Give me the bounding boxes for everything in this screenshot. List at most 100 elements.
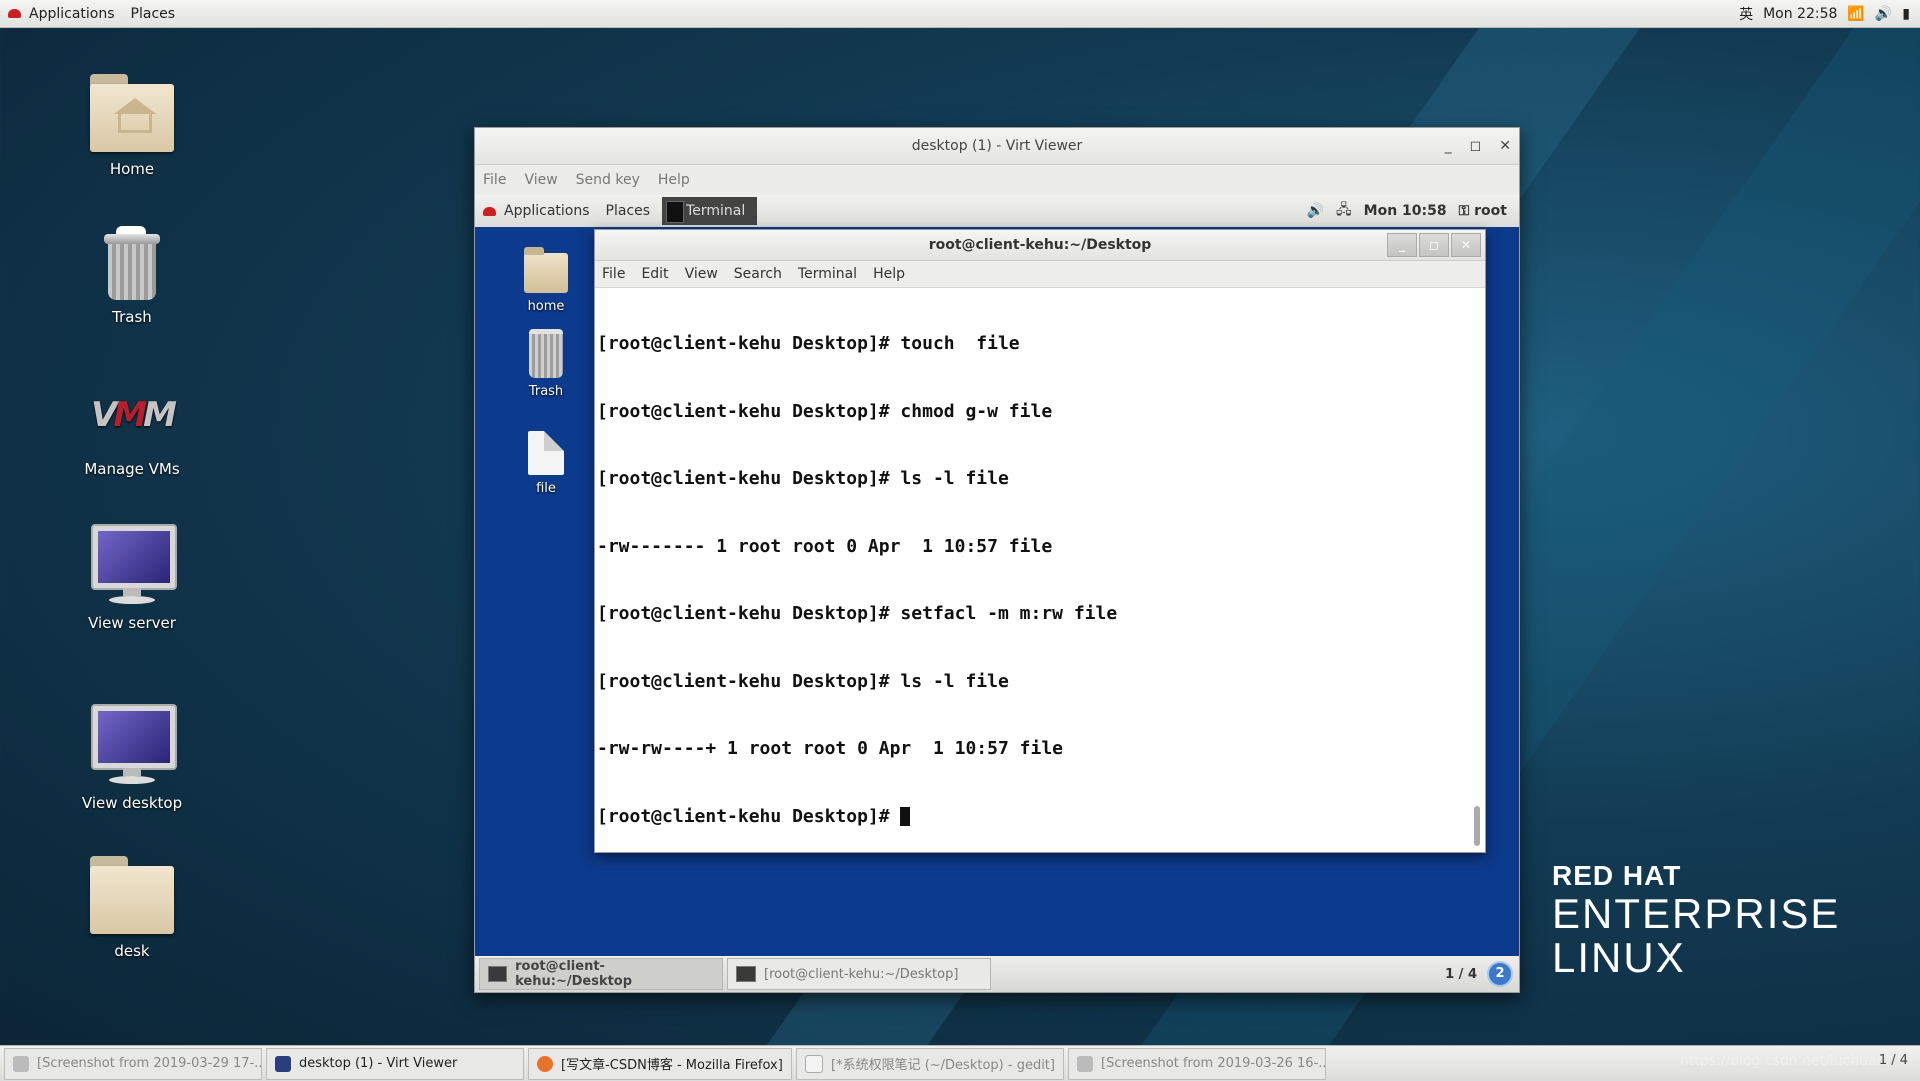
file-icon bbox=[528, 431, 564, 475]
task-label: [Screenshot from 2019-03-26 16-... bbox=[1101, 1056, 1326, 1071]
guest-user-menu[interactable]: ⚿ root bbox=[1459, 203, 1507, 219]
wifi-icon[interactable]: 📶 bbox=[1847, 6, 1864, 22]
terminal-label: Terminal bbox=[686, 203, 746, 219]
menu-terminal[interactable]: Terminal bbox=[798, 266, 857, 282]
desktop-icon-view-desktop[interactable]: View desktop bbox=[62, 704, 202, 812]
guest-icon-file[interactable]: file bbox=[511, 431, 581, 496]
terminal-cursor bbox=[900, 807, 911, 826]
guest-clock[interactable]: Mon 10:58 bbox=[1364, 203, 1447, 219]
close-icon[interactable]: ✕ bbox=[1451, 233, 1481, 257]
workspace-pager[interactable]: 1 / 4 bbox=[1879, 1053, 1908, 1068]
task-virt-viewer[interactable]: desktop (1) - Virt Viewer bbox=[266, 1047, 524, 1080]
task-label: [写文章-CSDN博客 - Mozilla Firefox] bbox=[561, 1058, 783, 1073]
menu-view[interactable]: View bbox=[685, 266, 718, 282]
logo-line: ENTERPRISE bbox=[1552, 890, 1841, 937]
terminal-scrollbar[interactable] bbox=[1474, 290, 1482, 846]
battery-icon[interactable]: ▮ bbox=[1902, 6, 1910, 22]
menu-send-key[interactable]: Send key bbox=[576, 172, 640, 188]
menu-file[interactable]: File bbox=[483, 172, 506, 188]
guest-applications-label: Applications bbox=[504, 203, 590, 219]
host-taskbar: [Screenshot from 2019-03-29 17-... deskt… bbox=[0, 1045, 1920, 1081]
menu-help[interactable]: Help bbox=[873, 266, 905, 282]
trash-icon bbox=[104, 226, 160, 300]
logo-line: LINUX bbox=[1552, 934, 1686, 981]
places-menu[interactable]: Places bbox=[123, 6, 184, 22]
desktop-icon-label: View server bbox=[88, 614, 176, 632]
desktop-icon-label: Trash bbox=[112, 308, 152, 326]
clock[interactable]: Mon 22:58 bbox=[1763, 6, 1837, 22]
guest-pager-label: 1 / 4 bbox=[1445, 966, 1477, 982]
guest-icon-label: Trash bbox=[528, 384, 564, 399]
task-screenshot-2[interactable]: [Screenshot from 2019-03-26 16-... bbox=[1068, 1047, 1326, 1080]
monitor-icon bbox=[91, 524, 177, 606]
task-label: [Screenshot from 2019-03-29 17-... bbox=[37, 1056, 262, 1071]
task-label: desktop (1) - Virt Viewer bbox=[299, 1056, 458, 1071]
applications-label: Applications bbox=[29, 5, 115, 22]
virt-viewer-window[interactable]: desktop (1) - Virt Viewer _ ◻ ✕ File Vie… bbox=[474, 127, 1520, 993]
guest-icon-home[interactable]: home bbox=[511, 247, 581, 314]
virt-manager-icon: VMM bbox=[90, 395, 177, 435]
menu-view[interactable]: View bbox=[524, 172, 557, 188]
redhat-icon bbox=[8, 9, 21, 18]
maximize-icon[interactable]: ◻ bbox=[1419, 233, 1449, 257]
desktop-icon-label: View desktop bbox=[81, 794, 183, 812]
notification-badge[interactable]: 2 bbox=[1487, 961, 1513, 987]
guest-display[interactable]: Applications Places Terminal 🔊 🖧 Mon 10:… bbox=[475, 195, 1519, 992]
applications-menu[interactable]: Applications bbox=[0, 6, 123, 22]
input-method-indicator[interactable]: 英 bbox=[1739, 4, 1753, 24]
terminal-prompt-line: [root@client-kehu Desktop]# bbox=[597, 805, 901, 827]
guest-task-label: [root@client-kehu:~/Desktop] bbox=[764, 966, 959, 982]
task-screenshot-1[interactable]: [Screenshot from 2019-03-29 17-... bbox=[4, 1047, 262, 1080]
desktop-icon-label: desk bbox=[114, 942, 150, 960]
task-gedit[interactable]: [*系统权限笔记 (~/Desktop) - gedit] bbox=[796, 1047, 1064, 1080]
terminal-icon bbox=[488, 966, 508, 982]
menu-edit[interactable]: Edit bbox=[641, 266, 668, 282]
guest-applications-menu[interactable]: Applications bbox=[475, 203, 598, 219]
guest-task-terminal[interactable]: root@client-kehu:~/Desktop bbox=[479, 958, 723, 990]
terminal-title: root@client-kehu:~/Desktop bbox=[928, 237, 1152, 253]
guest-terminal-launcher[interactable]: Terminal bbox=[662, 197, 758, 225]
terminal-line: [root@client-kehu Desktop]# chmod g-w fi… bbox=[597, 400, 1053, 422]
terminal-window[interactable]: root@client-kehu:~/Desktop _ ◻ ✕ File Ed… bbox=[594, 229, 1486, 853]
home-folder-icon bbox=[90, 74, 174, 152]
guest-places-label: Places bbox=[605, 203, 651, 219]
window-titlebar[interactable]: desktop (1) - Virt Viewer _ ◻ ✕ bbox=[475, 128, 1519, 165]
desktop-icon-view-server[interactable]: View server bbox=[62, 524, 202, 632]
maximize-icon[interactable]: ◻ bbox=[1470, 138, 1482, 154]
desktop-icon-label: Home bbox=[109, 160, 155, 178]
guest-icon-label: file bbox=[536, 481, 556, 496]
menu-file[interactable]: File bbox=[602, 266, 625, 282]
desktop-icon-manage-vms[interactable]: VMM Manage VMs bbox=[62, 376, 202, 478]
minimize-icon[interactable]: _ bbox=[1445, 138, 1452, 154]
terminal-titlebar[interactable]: root@client-kehu:~/Desktop _ ◻ ✕ bbox=[595, 230, 1485, 261]
menu-help[interactable]: Help bbox=[658, 172, 690, 188]
guest-taskbar: root@client-kehu:~/Desktop [root@client-… bbox=[475, 956, 1519, 992]
menubar: File View Send key Help bbox=[475, 165, 1519, 196]
volume-icon[interactable]: 🔊 bbox=[1307, 203, 1324, 219]
task-firefox[interactable]: [写文章-CSDN博客 - Mozilla Firefox] bbox=[528, 1047, 792, 1080]
guest-top-panel: Applications Places Terminal 🔊 🖧 Mon 10:… bbox=[475, 195, 1519, 227]
guest-icon-trash[interactable]: Trash bbox=[511, 329, 581, 399]
desktop-icon-trash[interactable]: Trash bbox=[62, 226, 202, 326]
desktop-icon-desk[interactable]: desk bbox=[62, 856, 202, 960]
image-viewer-icon bbox=[13, 1055, 29, 1072]
terminal-line: [root@client-kehu Desktop]# ls -l file bbox=[597, 670, 1009, 692]
volume-icon[interactable]: 🔊 bbox=[1875, 6, 1892, 22]
top-panel: Applications Places 英 Mon 22:58 📶 🔊 ▮ bbox=[0, 0, 1920, 28]
guest-workspace-pager[interactable]: 1 / 4 2 bbox=[1445, 961, 1519, 987]
guest-task-terminal-2[interactable]: [root@client-kehu:~/Desktop] bbox=[727, 958, 991, 990]
menu-search[interactable]: Search bbox=[734, 266, 782, 282]
guest-places-menu[interactable]: Places bbox=[598, 203, 659, 219]
monitor-icon bbox=[275, 1055, 291, 1072]
task-label: [*系统权限笔记 (~/Desktop) - gedit] bbox=[831, 1058, 1055, 1073]
guest-icon-label: home bbox=[527, 299, 565, 314]
minimize-icon[interactable]: _ bbox=[1387, 233, 1417, 257]
watermark: https://blog.csdn.net/luchuar... bbox=[1680, 1053, 1895, 1069]
network-icon[interactable]: 🖧 bbox=[1336, 199, 1352, 223]
close-icon[interactable]: ✕ bbox=[1499, 138, 1511, 154]
desktop-icon-home[interactable]: Home bbox=[62, 74, 202, 178]
desktop-icon-label: Manage VMs bbox=[84, 460, 180, 478]
terminal-line: [root@client-kehu Desktop]# touch file bbox=[597, 333, 1020, 354]
terminal-output[interactable]: [root@client-kehu Desktop]# touch file [… bbox=[597, 288, 1471, 850]
firefox-icon bbox=[537, 1055, 553, 1072]
